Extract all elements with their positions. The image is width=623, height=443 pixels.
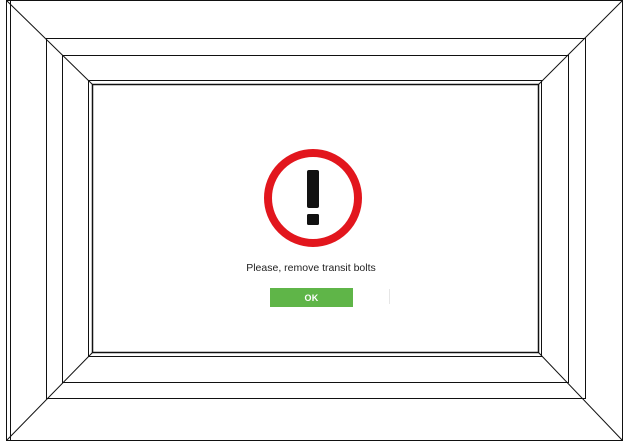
exclamation-dot xyxy=(307,214,319,225)
exclamation-bar xyxy=(307,170,319,208)
divider xyxy=(389,289,390,304)
ok-button[interactable]: OK xyxy=(270,288,353,307)
bevel-bottom-right xyxy=(538,352,623,441)
bevel-top-right xyxy=(538,0,623,85)
dialog-message: Please, remove transit bolts xyxy=(246,262,376,274)
device-screen: Please, remove transit bolts OK xyxy=(95,86,537,350)
bevel-top-left xyxy=(6,0,93,85)
bevel-bottom-left xyxy=(6,352,93,441)
exclamation-icon xyxy=(264,149,362,247)
